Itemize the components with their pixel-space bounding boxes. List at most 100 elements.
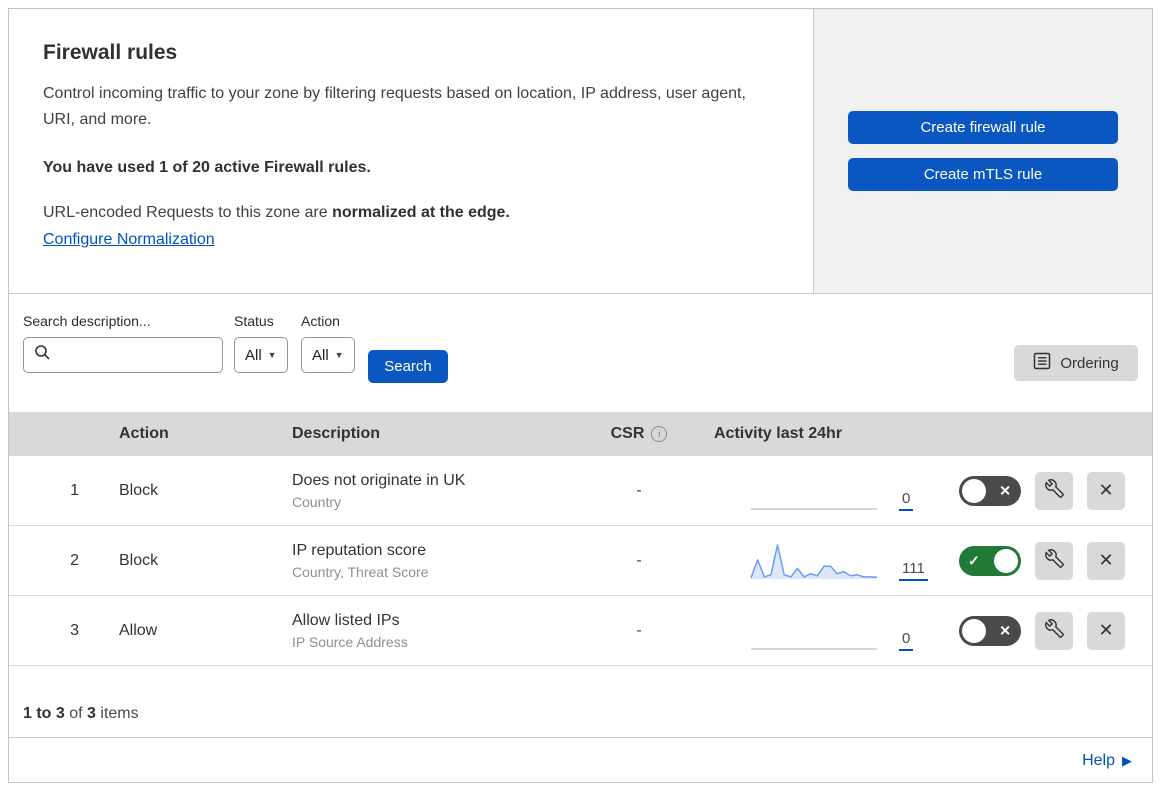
normalization-bold: normalized at the edge. xyxy=(332,204,510,222)
delete-rule-button[interactable]: ✕ xyxy=(1087,541,1125,580)
chevron-down-icon: ▼ xyxy=(334,350,344,360)
toggle-knob xyxy=(962,618,986,643)
close-icon: ✕ xyxy=(1098,550,1114,570)
column-csr-label: CSR xyxy=(610,425,645,442)
edit-rule-button[interactable] xyxy=(1035,541,1073,580)
total-text: 3 xyxy=(87,705,96,722)
action-select[interactable]: All ▼ xyxy=(301,337,355,373)
search-button[interactable]: Search xyxy=(368,350,448,383)
rule-fields: Country, Threat Score xyxy=(292,563,429,580)
rule-description: Does not originate in UK xyxy=(292,471,466,489)
close-icon: ✕ xyxy=(1098,480,1114,500)
rule-priority: 2 xyxy=(70,551,79,569)
rule-activity-cell: 111 xyxy=(684,526,942,595)
rule-csr: - xyxy=(636,621,642,639)
rule-controls: ✓ ✕ ✕ xyxy=(942,541,1152,580)
table-row: 2 Block IP reputation score Country, Thr… xyxy=(9,526,1152,596)
rule-enabled-toggle[interactable]: ✓ ✕ xyxy=(959,475,1021,506)
rule-activity-cell: 0 xyxy=(684,456,942,525)
check-icon: ✓ xyxy=(968,552,980,568)
help-row: Help ▶ xyxy=(9,738,1152,782)
filter-bar: Search description... Status All ▼ Actio… xyxy=(9,294,1152,412)
activity-sparkline xyxy=(750,544,878,579)
action-selected-value: All xyxy=(312,346,329,364)
column-action: Action xyxy=(119,425,169,442)
table-header: Action Description CSR i Activity last 2… xyxy=(9,412,1152,456)
rule-action: Allow xyxy=(119,621,158,639)
activity-count-link[interactable]: 111 xyxy=(899,560,928,581)
rule-description-cell: IP reputation score Country, Threat Scor… xyxy=(274,542,594,580)
rule-description-cell: Allow listed IPs IP Source Address xyxy=(274,612,594,650)
toggle-knob xyxy=(962,478,986,503)
ordering-button-label: Ordering xyxy=(1060,354,1119,372)
normalization-prefix: URL-encoded Requests to this zone are xyxy=(43,204,333,222)
action-filter-group: Action All ▼ xyxy=(301,313,355,373)
items-text: items xyxy=(100,705,139,722)
x-icon: ✕ xyxy=(999,482,1011,498)
status-label: Status xyxy=(234,313,274,329)
header-actions-panel: Create firewall rule Create mTLS rule xyxy=(813,9,1152,293)
pagination-summary: 1 to 3 of 3 items xyxy=(9,666,1152,738)
search-label: Search description... xyxy=(23,313,151,329)
table-row: 1 Block Does not originate in UK Country… xyxy=(9,456,1152,526)
search-icon xyxy=(34,344,51,366)
search-input[interactable] xyxy=(23,337,223,373)
rule-enabled-toggle[interactable]: ✓ ✕ xyxy=(959,615,1021,646)
of-text: of xyxy=(69,705,83,722)
ordering-button[interactable]: Ordering xyxy=(1014,345,1138,381)
column-activity: Activity last 24hr xyxy=(714,425,843,442)
activity-count-link[interactable]: 0 xyxy=(899,490,914,511)
rule-description: IP reputation score xyxy=(292,541,427,559)
list-icon xyxy=(1033,352,1051,374)
delete-rule-button[interactable]: ✕ xyxy=(1087,611,1125,650)
rule-fields: Country xyxy=(292,493,342,510)
rule-description-cell: Does not originate in UK Country xyxy=(274,472,594,510)
rule-fields: IP Source Address xyxy=(292,633,408,650)
action-label: Action xyxy=(301,313,340,329)
rule-csr: - xyxy=(636,481,642,499)
toggle-knob xyxy=(994,548,1018,573)
page-description: Control incoming traffic to your zone by… xyxy=(43,85,746,128)
help-link[interactable]: Help ▶ xyxy=(1082,752,1132,770)
usage-summary: You have used 1 of 20 active Firewall ru… xyxy=(43,159,371,177)
activity-count-link[interactable]: 0 xyxy=(899,630,914,651)
delete-rule-button[interactable]: ✕ xyxy=(1087,471,1125,510)
chevron-down-icon: ▼ xyxy=(267,350,277,360)
edit-rule-button[interactable] xyxy=(1035,471,1073,510)
table-row: 3 Allow Allow listed IPs IP Source Addre… xyxy=(9,596,1152,666)
rule-description: Allow listed IPs xyxy=(292,611,400,629)
arrow-right-icon: ▶ xyxy=(1122,752,1132,768)
rule-enabled-toggle[interactable]: ✓ ✕ xyxy=(959,545,1021,576)
column-description: Description xyxy=(292,425,381,442)
rule-activity-cell: 0 xyxy=(684,596,942,665)
create-firewall-rule-button[interactable]: Create firewall rule xyxy=(848,111,1118,144)
normalization-line: URL-encoded Requests to this zone are no… xyxy=(43,204,773,222)
close-icon: ✕ xyxy=(1098,620,1114,640)
activity-sparkline xyxy=(751,648,877,650)
rule-priority: 3 xyxy=(70,621,79,639)
status-selected-value: All xyxy=(245,346,262,364)
help-label: Help xyxy=(1082,751,1115,769)
firewall-rules-card: Firewall rules Control incoming traffic … xyxy=(8,8,1153,783)
rule-controls: ✓ ✕ ✕ xyxy=(942,471,1152,510)
rule-action: Block xyxy=(119,551,159,569)
header-section: Firewall rules Control incoming traffic … xyxy=(9,9,1152,294)
search-group: Search description... xyxy=(23,313,223,373)
configure-normalization-link[interactable]: Configure Normalization xyxy=(43,231,215,249)
create-mtls-rule-button[interactable]: Create mTLS rule xyxy=(848,158,1118,191)
wrench-icon xyxy=(1044,548,1064,573)
rule-priority: 1 xyxy=(70,481,79,499)
info-icon[interactable]: i xyxy=(651,426,668,442)
rule-action: Block xyxy=(119,481,159,499)
x-icon: ✕ xyxy=(999,622,1011,638)
header-text-panel: Firewall rules Control incoming traffic … xyxy=(9,9,813,293)
edit-rule-button[interactable] xyxy=(1035,611,1073,650)
wrench-icon xyxy=(1044,618,1064,643)
activity-sparkline xyxy=(751,508,877,510)
range-text: 1 to 3 xyxy=(23,705,65,722)
page-title: Firewall rules xyxy=(43,41,178,64)
rule-controls: ✓ ✕ ✕ xyxy=(942,611,1152,650)
status-select[interactable]: All ▼ xyxy=(234,337,288,373)
status-filter-group: Status All ▼ xyxy=(234,313,288,373)
rule-csr: - xyxy=(636,551,642,569)
